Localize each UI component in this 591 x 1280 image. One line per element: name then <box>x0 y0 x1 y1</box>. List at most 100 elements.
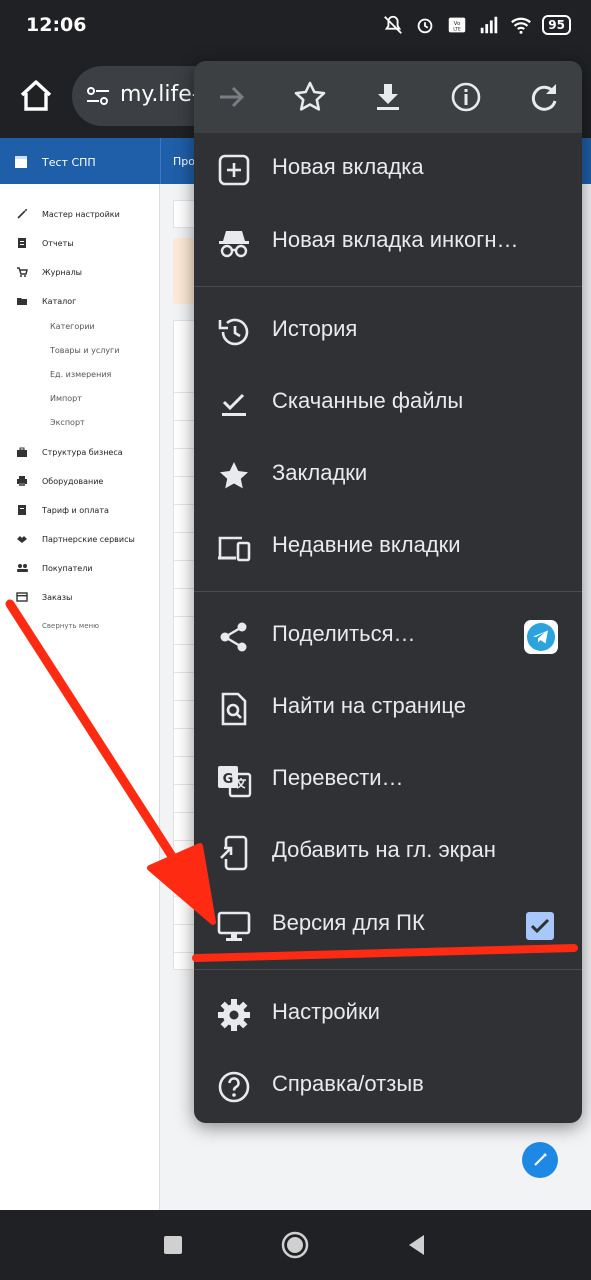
refresh-icon[interactable] <box>526 79 562 115</box>
wand-icon <box>17 209 27 219</box>
menu-item-settings[interactable]: Настройки <box>194 979 582 1051</box>
menu-item-label: Недавние вкладки <box>272 532 461 557</box>
signal-icon <box>481 16 498 34</box>
wifi-icon <box>511 17 532 34</box>
sidebar-item-catalog[interactable]: Каталог <box>16 295 76 307</box>
status-bar: 12:06 Vo LTE 95 <box>0 0 591 54</box>
star-outline-icon[interactable] <box>292 79 328 115</box>
home-icon[interactable] <box>16 76 56 116</box>
telegram-logo <box>527 623 555 651</box>
people-icon <box>17 564 28 572</box>
report-icon <box>18 238 26 248</box>
webpage-brand[interactable]: Тест СПП <box>14 155 96 169</box>
menu-item-label: Закладки <box>272 460 368 485</box>
volte-icon: VoLTE <box>449 17 466 33</box>
cart-icon <box>17 267 28 277</box>
menu-item-label: Настройки <box>272 999 380 1024</box>
menu-item-recent-tabs[interactable]: Недавние вкладки <box>194 512 582 584</box>
menu-item-new-tab[interactable]: Новая вкладка <box>194 134 582 206</box>
home-nav-icon[interactable] <box>280 1230 310 1260</box>
desktop-icon <box>217 911 251 941</box>
webpage-title: Тест СПП <box>42 155 96 169</box>
sidebar-collapse[interactable]: Свернуть меню <box>16 620 99 632</box>
menu-item-history[interactable]: История <box>194 296 582 368</box>
handshake-icon <box>17 536 27 543</box>
receipt-icon <box>18 505 26 515</box>
sidebar-subitem[interactable]: Импорт <box>50 394 82 403</box>
sidebar-subitem[interactable]: Категории <box>50 322 95 331</box>
browser-overflow-menu: Новая вкладка Новая вкладка инкогн… Исто… <box>194 61 582 1123</box>
menu-item-label: Справка/отзыв <box>272 1071 424 1096</box>
sidebar-item-label: Структура бизнеса <box>42 447 123 457</box>
menu-item-bookmarks[interactable]: Закладки <box>194 440 582 512</box>
webpage-tab-label: Про <box>173 155 195 168</box>
sidebar-item-label: Свернуть меню <box>42 622 99 630</box>
menu-item-incognito[interactable]: Новая вкладка инкогн… <box>194 207 582 279</box>
status-time: 12:06 <box>26 14 87 36</box>
sidebar-item-label: Каталог <box>42 296 77 306</box>
menu-item-find-in-page[interactable]: Найти на странице <box>194 673 582 745</box>
check-icon <box>530 918 550 934</box>
webpage-sidebar: Мастер настройки Отчеты Журналы Каталог … <box>0 184 160 1210</box>
back-icon[interactable] <box>402 1230 432 1260</box>
printer-icon <box>17 476 27 486</box>
find-page-icon <box>221 692 247 726</box>
collapse-icon <box>19 621 25 631</box>
recents-icon[interactable] <box>158 1230 188 1260</box>
site-settings-icon[interactable] <box>84 82 112 110</box>
menu-item-translate[interactable]: G Перевести… <box>194 745 582 817</box>
sidebar-item-label: Журналы <box>42 267 82 277</box>
menu-item-label: Скачанные файлы <box>272 388 464 413</box>
help-icon <box>218 1071 250 1103</box>
sidebar-item-label: Оборудование <box>42 476 104 486</box>
sidebar-subitem[interactable]: Экспорт <box>50 418 85 427</box>
menu-item-label: История <box>272 316 358 341</box>
telegram-icon[interactable] <box>524 620 558 654</box>
menu-item-add-to-home[interactable]: Добавить на гл. экран <box>194 817 582 889</box>
add-home-icon <box>220 835 248 871</box>
sidebar-item-wizard[interactable]: Мастер настройки <box>16 208 120 220</box>
menu-item-help[interactable]: Справка/отзыв <box>194 1051 582 1123</box>
menu-item-label: Добавить на гл. экран <box>272 837 496 862</box>
download-icon[interactable] <box>370 79 406 115</box>
check-download-icon <box>222 393 246 416</box>
status-icons: Vo LTE 95 <box>382 14 571 36</box>
briefcase-icon <box>17 447 27 457</box>
info-icon[interactable] <box>448 79 484 115</box>
menu-divider <box>194 286 582 287</box>
sidebar-item-orders[interactable]: Заказы <box>16 591 72 603</box>
menu-item-downloads[interactable]: Скачанные файлы <box>194 368 582 440</box>
sidebar-item-label: Партнерские сервисы <box>42 534 135 544</box>
svg-text:LTE: LTE <box>453 27 461 33</box>
sidebar-subitem[interactable]: Ед. измерения <box>50 370 111 379</box>
sidebar-subitem[interactable]: Товары и услуги <box>50 346 119 355</box>
menu-item-label: Новая вкладка инкогн… <box>272 227 519 252</box>
menu-divider <box>194 591 582 592</box>
star-icon <box>220 462 248 489</box>
sidebar-item-equipment[interactable]: Оборудование <box>16 475 103 487</box>
sidebar-item-journals[interactable]: Журналы <box>16 266 82 278</box>
sidebar-item-tariff[interactable]: Тариф и оплата <box>16 504 109 516</box>
sidebar-item-label: Мастер настройки <box>42 209 120 219</box>
incognito-icon <box>219 231 249 258</box>
sidebar-item-partners[interactable]: Партнерские сервисы <box>16 533 135 545</box>
system-nav-bar <box>0 1210 591 1280</box>
menu-item-label: Найти на странице <box>272 693 466 718</box>
sidebar-item-label: Тариф и оплата <box>42 505 109 515</box>
desktop-site-checkbox[interactable] <box>526 912 554 940</box>
sidebar-item-label: Заказы <box>42 592 73 602</box>
menu-item-label: Перевести… <box>272 765 404 790</box>
menu-item-label: Новая вкладка <box>272 154 424 179</box>
gear-icon <box>218 999 250 1031</box>
menu-item-share[interactable]: Поделиться… <box>194 601 582 673</box>
sidebar-item-customers[interactable]: Покупатели <box>16 562 93 574</box>
forward-icon[interactable] <box>214 79 250 115</box>
menu-action-row <box>194 61 582 133</box>
fab-button[interactable] <box>522 1142 558 1178</box>
mute-bell-icon <box>384 15 403 34</box>
devices-icon <box>218 536 251 562</box>
sidebar-item-reports[interactable]: Отчеты <box>16 237 74 249</box>
menu-item-desktop-site[interactable]: Версия для ПК <box>194 890 582 962</box>
folder-icon <box>17 298 27 305</box>
sidebar-item-business[interactable]: Структура бизнеса <box>16 446 123 458</box>
